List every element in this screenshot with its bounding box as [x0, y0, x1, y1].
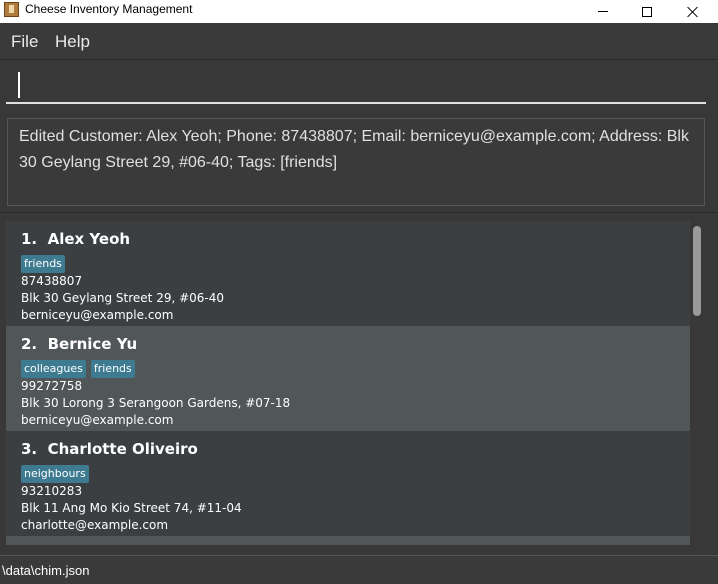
customer-name: 3. Charlotte Oliveiro — [21, 440, 675, 462]
customer-email: berniceyu@example.com — [21, 308, 174, 322]
maximize-icon — [642, 6, 652, 17]
customer-card-partial[interactable] — [6, 536, 690, 545]
text-caret — [18, 72, 20, 98]
customer-name: 1. Alex Yeoh — [21, 230, 675, 252]
customer-index: 3. — [21, 440, 38, 458]
status-bar: \data\chim.json — [0, 555, 718, 584]
close-icon — [687, 6, 699, 18]
tag-list: friends — [21, 255, 675, 273]
cheese-app-icon — [4, 2, 19, 17]
customer-address: Blk 11 Ang Mo Kio Street 74, #11-04 — [21, 501, 242, 515]
customer-index: 2. — [21, 335, 38, 353]
minimize-icon — [598, 11, 608, 12]
customer-name: 2. Bernice Yu — [21, 335, 675, 357]
customer-list-panel: 1. Alex Yeoh friends 87438807 Blk 30 Gey… — [0, 213, 718, 555]
customer-name-text: Bernice Yu — [47, 335, 138, 353]
tag-list: neighbours — [21, 465, 675, 483]
title-bar: Cheese Inventory Management — [0, 0, 718, 23]
customer-address: Blk 30 Geylang Street 29, #06-40 — [21, 291, 225, 305]
minimize-button[interactable] — [580, 0, 626, 23]
customer-address: Blk 30 Lorong 3 Serangoon Gardens, #07-1… — [21, 396, 291, 410]
tag: neighbours — [21, 465, 89, 483]
menu-help[interactable]: Help — [55, 32, 90, 52]
command-input[interactable] — [6, 66, 706, 104]
customer-phone: 87438807 — [21, 274, 83, 288]
scrollbar-thumb[interactable] — [693, 226, 701, 316]
customer-card[interactable]: 3. Charlotte Oliveiro neighbours 9321028… — [6, 431, 690, 536]
customer-card[interactable]: 2. Bernice Yu colleagues friends 9927275… — [6, 326, 690, 431]
customer-email: berniceyu@example.com — [21, 413, 174, 427]
customer-email: charlotte@example.com — [21, 518, 169, 532]
customer-card[interactable]: 1. Alex Yeoh friends 87438807 Blk 30 Gey… — [6, 221, 690, 326]
close-button[interactable] — [670, 0, 716, 23]
command-box — [0, 60, 718, 110]
customer-phone: 99272758 — [21, 379, 83, 393]
customer-index: 1. — [21, 230, 38, 248]
result-display[interactable]: Edited Customer: Alex Yeoh; Phone: 87438… — [7, 118, 705, 206]
tag-list: colleagues friends — [21, 360, 675, 378]
window-title: Cheese Inventory Management — [25, 2, 193, 16]
menu-file[interactable]: File — [11, 32, 38, 52]
maximize-button[interactable] — [624, 0, 670, 23]
customer-phone: 93210283 — [21, 484, 83, 498]
result-display-panel: Edited Customer: Alex Yeoh; Phone: 87438… — [0, 110, 718, 213]
tag: friends — [90, 360, 135, 378]
customer-name-text: Charlotte Oliveiro — [47, 440, 198, 458]
customer-name-text: Alex Yeoh — [47, 230, 131, 248]
tag: colleagues — [21, 360, 86, 378]
data-file-path: \data\chim.json — [2, 563, 90, 578]
tag: friends — [21, 255, 65, 273]
list-scrollbar[interactable] — [690, 221, 704, 545]
customer-list[interactable]: 1. Alex Yeoh friends 87438807 Blk 30 Gey… — [6, 221, 690, 545]
menu-bar: File Help — [0, 23, 718, 60]
